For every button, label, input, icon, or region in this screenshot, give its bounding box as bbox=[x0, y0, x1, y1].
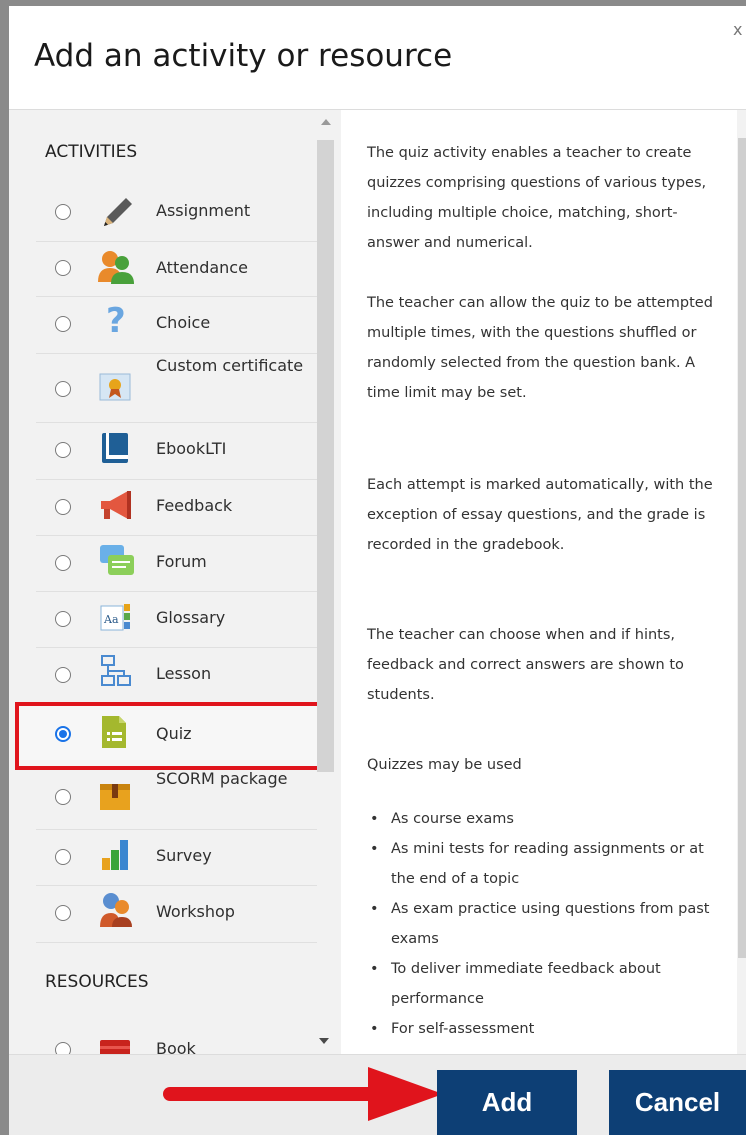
option-label: Glossary bbox=[156, 608, 226, 627]
quiz-icon bbox=[96, 714, 138, 754]
radio-workshop[interactable] bbox=[55, 905, 71, 921]
option-label: Assignment bbox=[156, 201, 251, 220]
option-label: Forum bbox=[156, 552, 207, 571]
description-paragraph: The quiz activity enables a teacher to c… bbox=[367, 145, 707, 251]
question-mark-icon: ? bbox=[96, 300, 138, 341]
window-border-left bbox=[0, 0, 9, 1135]
pencil-icon bbox=[96, 192, 138, 232]
flowchart-icon bbox=[96, 653, 138, 693]
separator bbox=[36, 829, 318, 830]
separator bbox=[36, 591, 318, 592]
radio-choice[interactable] bbox=[55, 316, 71, 332]
option-label: Survey bbox=[156, 846, 212, 865]
radio-book[interactable] bbox=[55, 1042, 71, 1054]
activity-chooser-dialog: x Add an activity or resource ACTIVITIES… bbox=[0, 0, 746, 1135]
description-paragraph: The teacher can choose when and if hints… bbox=[367, 627, 684, 703]
workshop-icon bbox=[96, 891, 138, 931]
description-scrollbar-thumb[interactable] bbox=[738, 138, 746, 958]
bar-chart-icon bbox=[96, 836, 138, 876]
glossary-icon: Aa bbox=[96, 598, 138, 638]
radio-attendance[interactable] bbox=[55, 260, 71, 276]
separator bbox=[36, 479, 318, 480]
option-label: Workshop bbox=[156, 902, 235, 921]
scroll-up-icon[interactable] bbox=[321, 119, 331, 125]
svg-text:?: ? bbox=[106, 301, 126, 340]
dialog-title: Add an activity or resource bbox=[34, 38, 453, 74]
option-label: Feedback bbox=[156, 496, 233, 515]
window-border-top bbox=[0, 0, 746, 6]
separator bbox=[36, 942, 318, 943]
separator bbox=[36, 422, 318, 423]
option-label: Book bbox=[156, 1039, 196, 1054]
radio-scorm-package[interactable] bbox=[55, 789, 71, 805]
scroll-down-icon[interactable] bbox=[319, 1038, 329, 1044]
separator bbox=[36, 535, 318, 536]
bullet-item: For self-assessment bbox=[367, 1014, 727, 1044]
radio-survey[interactable] bbox=[55, 849, 71, 865]
option-label: EbookLTI bbox=[156, 439, 227, 458]
radio-glossary[interactable] bbox=[55, 611, 71, 627]
red-arrow-annotation bbox=[163, 1067, 443, 1121]
separator bbox=[36, 885, 318, 886]
bullet-item: As mini tests for reading assignments or… bbox=[367, 834, 727, 894]
folder-book-icon bbox=[96, 1030, 138, 1054]
option-label: Quiz bbox=[156, 724, 192, 743]
activity-list: ACTIVITIES Assignment Attendance ? Choic… bbox=[9, 110, 339, 1054]
svg-text:Aa: Aa bbox=[103, 613, 119, 626]
book-icon bbox=[96, 429, 138, 469]
description-paragraph: Quizzes may be used bbox=[367, 757, 522, 773]
radio-quiz[interactable] bbox=[55, 726, 71, 742]
add-button[interactable]: Add bbox=[437, 1070, 577, 1135]
radio-assignment[interactable] bbox=[55, 204, 71, 220]
separator bbox=[36, 647, 318, 648]
certificate-icon bbox=[96, 370, 138, 410]
radio-feedback[interactable] bbox=[55, 499, 71, 515]
bullet-item: As exam practice using questions from pa… bbox=[367, 894, 727, 954]
radio-custom-certificate[interactable] bbox=[55, 381, 71, 397]
people-icon bbox=[96, 248, 138, 288]
radio-ebooklti[interactable] bbox=[55, 442, 71, 458]
description-pane: The quiz activity enables a teacher to c… bbox=[341, 110, 737, 1054]
radio-forum[interactable] bbox=[55, 555, 71, 571]
option-label: Attendance bbox=[156, 258, 248, 277]
chat-bubbles-icon bbox=[96, 541, 138, 581]
option-label: Choice bbox=[156, 313, 211, 332]
option-label: SCORM package bbox=[156, 769, 288, 788]
activities-heading: ACTIVITIES bbox=[45, 142, 138, 162]
megaphone-icon bbox=[96, 487, 138, 527]
close-icon[interactable]: x bbox=[733, 22, 742, 38]
description-paragraph: The teacher can allow the quiz to be att… bbox=[367, 295, 713, 401]
radio-lesson[interactable] bbox=[55, 667, 71, 683]
separator bbox=[36, 241, 318, 242]
bullet-item: As course exams bbox=[367, 804, 727, 834]
option-label: Custom certificate bbox=[156, 356, 304, 375]
separator bbox=[36, 296, 318, 297]
usage-bullet-list: As course exams As mini tests for readin… bbox=[367, 804, 727, 1044]
list-scrollbar-thumb[interactable] bbox=[317, 140, 334, 772]
bullet-item: To deliver immediate feedback about perf… bbox=[367, 954, 727, 1014]
package-icon bbox=[96, 778, 138, 818]
option-label: Lesson bbox=[156, 664, 212, 683]
cancel-button[interactable]: Cancel bbox=[609, 1070, 746, 1135]
resources-heading: RESOURCES bbox=[45, 972, 149, 992]
description-paragraph: Each attempt is marked automatically, wi… bbox=[367, 477, 713, 553]
